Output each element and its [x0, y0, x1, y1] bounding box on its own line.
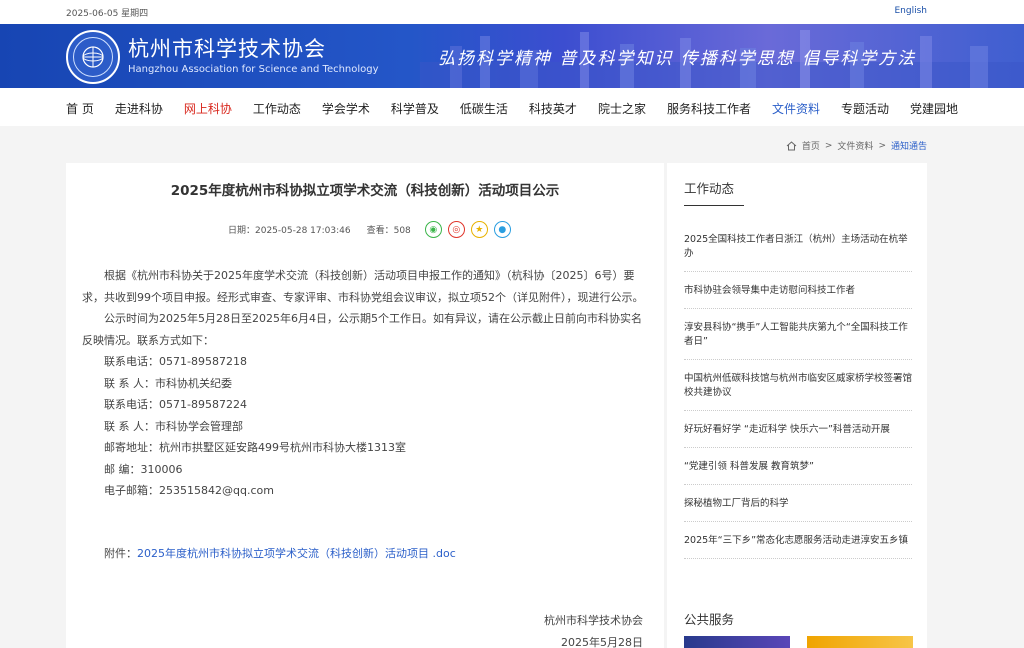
nav-item-about[interactable]: 走进科协: [115, 100, 163, 117]
home-icon: [786, 140, 797, 150]
attachment-row: 附件：2025年度杭州市科协拟立项学术交流（科技创新）活动项目 .doc: [104, 545, 456, 561]
nav-item-academic[interactable]: 学会学术: [322, 100, 370, 117]
nav-item-online[interactable]: 网上科协: [184, 100, 232, 117]
top-utility-bar: 2025-06-05 星期四 English: [0, 0, 1024, 24]
weibo-share-icon[interactable]: ◎: [447, 221, 465, 238]
nav-item-home[interactable]: 首 页: [66, 100, 94, 117]
news-item[interactable]: 2025年“三下乡”常态化志愿服务活动走进淳安五乡镇: [684, 522, 912, 559]
nav-item-low-carbon[interactable]: 低碳生活: [460, 100, 508, 117]
nav-item-popular-science[interactable]: 科学普及: [391, 100, 439, 117]
cast-logo-icon[interactable]: [66, 30, 120, 84]
current-date: 2025-06-05 星期四: [66, 9, 149, 19]
article-paragraph: 根据《杭州市科协关于2025年度学术交流（科技创新）活动项目申报工作的通知》（杭…: [82, 269, 644, 304]
news-item[interactable]: 中国杭州低碳科技馆与杭州市临安区威家桥学校签署馆校共建协议: [684, 360, 912, 411]
contact-line: 邮寄地址：杭州市拱墅区延安路499号杭州市科协大楼1313室: [104, 441, 406, 454]
qq-share-icon[interactable]: ●: [493, 221, 511, 238]
contact-line: 联系电话：0571-89587218: [104, 355, 247, 368]
english-link[interactable]: English: [895, 6, 928, 16]
contact-line: 邮 编：310006: [104, 462, 183, 476]
news-item[interactable]: 探秘植物工厂背后的科学: [684, 485, 912, 522]
sidebar-heading: 工作动态: [684, 181, 735, 196]
favorite-share-icon[interactable]: ★: [470, 221, 488, 238]
article-body: 根据《杭州市科协关于2025年度学术交流（科技创新）活动项目申报工作的通知》（杭…: [82, 265, 647, 502]
news-item[interactable]: 淳安县科协“携手”人工智能共庆第九个“全国科技工作者日”: [684, 309, 912, 360]
contact-line: 联 系 人：市科协机关纪委: [104, 376, 232, 390]
site-name-chinese[interactable]: 杭州市科学技术协会: [128, 33, 326, 63]
contact-line: 联系电话：0571-89587224: [104, 398, 247, 411]
breadcrumb-separator: >: [878, 140, 886, 151]
sidebar-panel: 工作动态 2025全国科技工作者日浙江（杭州）主场活动在杭举办 市科协驻会领导集…: [667, 163, 927, 648]
article-meta: 日期：2025-05-28 17:03:46 查看：508 ◉ ◎ ★ ●: [228, 221, 511, 238]
signature-org: 杭州市科学技术协会: [544, 614, 643, 627]
nav-item-party[interactable]: 党建园地: [910, 100, 958, 117]
breadcrumb-separator: >: [824, 140, 833, 151]
publish-date: 日期：2025-05-28 17:03:46: [228, 226, 351, 236]
nav-item-news[interactable]: 工作动态: [253, 100, 301, 117]
news-item[interactable]: 市科协驻会领导集中走访慰问科技工作者: [684, 272, 912, 309]
attachment-label: 附件：: [104, 547, 137, 560]
contact-line: 电子邮箱：253515842@qq.com: [104, 484, 274, 497]
main-navigation: 首 页 走进科协 网上科协 工作动态 学会学术 科学普及 低碳生活 科技英才 院…: [0, 88, 1024, 126]
news-item[interactable]: “党建引领 科普发展 教育筑梦”: [684, 448, 912, 485]
contact-line: 联 系 人：市科协学会管理部: [104, 419, 243, 433]
wechat-share-icon[interactable]: ◉: [424, 221, 442, 238]
signature-date: 2025年5月28日: [561, 636, 643, 648]
news-list: 2025全国科技工作者日浙江（杭州）主场活动在杭举办 市科协驻会领导集中走访慰问…: [684, 221, 912, 559]
service-thumbnail[interactable]: [807, 636, 913, 648]
breadcrumb-home[interactable]: 首页: [802, 139, 820, 152]
breadcrumb-documents[interactable]: 文件资料: [837, 139, 873, 152]
site-name-english: Hangzhou Association for Science and Tec…: [128, 64, 379, 75]
article-paragraph: 公示时间为2025年5月28日至2025年6月4日，公示期5个工作日。如有异议，…: [82, 312, 642, 347]
nav-item-talents[interactable]: 科技英才: [529, 100, 577, 117]
nav-item-service[interactable]: 服务科技工作者: [667, 100, 751, 117]
news-item[interactable]: 好玩好看好学 “走近科学 快乐六一”科普活动开展: [684, 411, 912, 448]
article-signature: 杭州市科学技术协会 2025年5月28日: [544, 610, 643, 648]
breadcrumb-notices[interactable]: 通知通告: [891, 139, 927, 152]
article-title: 2025年度杭州市科协拟立项学术交流（科技创新）活动项目公示: [170, 183, 560, 199]
attachment-link[interactable]: 2025年度杭州市科协拟立项学术交流（科技创新）活动项目 .doc: [137, 547, 456, 560]
breadcrumb: 首页 > 文件资料 > 通知通告: [786, 139, 927, 152]
news-item[interactable]: 2025全国科技工作者日浙江（杭州）主场活动在杭举办: [684, 221, 912, 272]
nav-item-special[interactable]: 专题活动: [841, 100, 889, 117]
nav-item-documents[interactable]: 文件资料: [772, 100, 820, 117]
article-panel: 2025年度杭州市科协拟立项学术交流（科技创新）活动项目公示 日期：2025-0…: [66, 163, 664, 648]
public-service-heading: 公共服务: [684, 612, 735, 627]
heading-underline: [684, 205, 744, 206]
banner-slogan: 弘扬科学精神 普及科学知识 传播科学思想 倡导科学方法: [438, 49, 917, 69]
share-buttons: ◉ ◎ ★ ●: [424, 221, 511, 238]
nav-item-academicians[interactable]: 院士之家: [598, 100, 646, 117]
service-thumbnail[interactable]: [684, 636, 790, 648]
view-count: 查看：508: [366, 226, 411, 236]
